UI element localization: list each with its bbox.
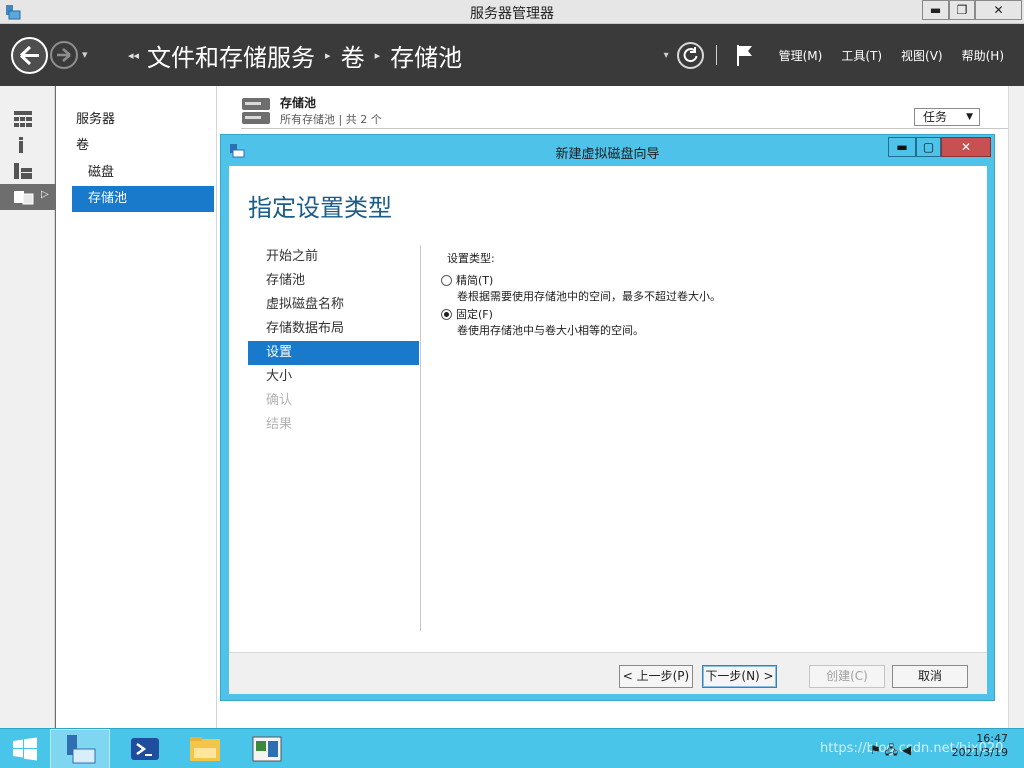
radio-fixed-indicator[interactable]: [441, 308, 452, 320]
server-manager-icon: [67, 735, 96, 764]
taskbar-powershell[interactable]: [115, 729, 175, 768]
taskbar-disk-manager[interactable]: [237, 729, 297, 768]
taskbar-file-explorer[interactable]: [175, 729, 235, 768]
clock-date: 2021/3/19: [951, 746, 1008, 759]
cancel-button[interactable]: 取消: [892, 665, 968, 688]
section-nav-list: 服务器 卷 磁盘 存储池: [56, 86, 217, 728]
breadcrumb: ◂◂ 文件和存储服务 ▸ 卷 ▸ 存储池: [128, 38, 462, 72]
clock-time: 16:47: [976, 732, 1008, 745]
dialog-maximize-button[interactable]: ▢: [916, 137, 941, 157]
toolbar-divider: [715, 45, 717, 65]
tasks-caret-icon: ▼: [966, 112, 973, 122]
restore-button[interactable]: ❐: [949, 0, 975, 20]
menu-help[interactable]: 帮助(H): [962, 47, 1004, 64]
step-provisioning[interactable]: 设置: [248, 341, 419, 365]
wizard-steps: 开始之前 存储池 虚拟磁盘名称 存储数据布局 设置 大小 确认 结果: [248, 245, 419, 437]
main-scrollbar[interactable]: [1008, 86, 1024, 728]
taskbar: https://blog.csdn.net/hjx020 ⚑ 🖧 ◀ 16:47…: [0, 728, 1024, 768]
menu-manage[interactable]: 管理(M): [779, 47, 823, 64]
radio-thin-description: 卷根据需要使用存储池中的空间，最多不超过卷大小。: [457, 290, 721, 303]
radio-fixed[interactable]: 固定(F): [441, 306, 961, 322]
step-storage-layout[interactable]: 存储数据布局: [248, 317, 419, 341]
step-confirmation: 确认: [266, 393, 293, 408]
steps-divider: [420, 245, 421, 631]
dialog-title: 新建虚拟磁盘向导: [555, 147, 660, 162]
window-titlebar: 服务器管理器 ▬ ❐ ✕: [0, 0, 1024, 24]
step-results: 结果: [266, 417, 293, 432]
nav-item-volumes[interactable]: 卷: [72, 133, 214, 159]
console-window-icon: [252, 736, 282, 762]
previous-button[interactable]: < 上一步(P): [619, 665, 693, 688]
wizard-page-heading: 指定设置类型: [248, 194, 392, 222]
nav-actions: ▾ 管理(M) 工具(T) 视图(V) 帮助(H): [664, 24, 1024, 86]
rail-file-storage[interactable]: ▷: [0, 184, 55, 210]
storage-pool-icon: [242, 98, 270, 124]
radio-thin[interactable]: 精简(T): [441, 272, 961, 288]
section-subtitle: 所有存储池 | 共 2 个: [280, 113, 382, 126]
dialog-body: 指定设置类型 开始之前 存储池 虚拟磁盘名称 存储数据布局 设置 大小 确认 结…: [229, 166, 987, 652]
radio-thin-label[interactable]: 精简(T): [456, 272, 493, 288]
rail-all-servers[interactable]: [0, 158, 55, 184]
refresh-icon: [683, 46, 698, 62]
local-server-icon: [19, 137, 23, 153]
step-size[interactable]: 大小: [248, 365, 419, 389]
system-tray: ⚑ 🖧 ◀: [870, 741, 911, 762]
notifications-flag-icon[interactable]: [735, 43, 755, 67]
powershell-icon: [131, 738, 159, 760]
step-before-you-begin[interactable]: 开始之前: [248, 245, 419, 269]
breadcrumb-item-volumes[interactable]: 卷: [341, 38, 365, 73]
network-icon[interactable]: 🖧: [885, 743, 898, 757]
minimize-button[interactable]: ▬: [922, 0, 949, 20]
forward-button[interactable]: [50, 41, 78, 69]
dashboard-icon: [14, 111, 32, 127]
breadcrumb-item-storage-pools[interactable]: 存储池: [390, 38, 462, 73]
breadcrumb-separator-icon: ▸: [374, 48, 381, 62]
breadcrumb-separator-icon: ▸: [325, 48, 331, 62]
rail-local-server[interactable]: [0, 132, 55, 158]
step-storage-pool[interactable]: 存储池: [248, 269, 419, 293]
taskbar-server-manager[interactable]: [50, 729, 110, 768]
refresh-button[interactable]: [676, 41, 704, 69]
nav-item-disks[interactable]: 磁盘: [72, 160, 214, 186]
dialog-footer: < 上一步(P) 下一步(N) > 创建(C) 取消: [229, 652, 987, 694]
dialog-close-button[interactable]: ✕: [941, 137, 991, 157]
history-dropdown-icon[interactable]: ▾: [82, 48, 88, 61]
provisioning-type-label: 设置类型:: [447, 252, 495, 265]
back-arrow-icon: [19, 45, 39, 66]
menu-view[interactable]: 视图(V): [901, 47, 943, 64]
step-virtual-disk-name[interactable]: 虚拟磁盘名称: [248, 293, 419, 317]
tasks-label: 任务: [923, 110, 948, 124]
action-center-flag-icon[interactable]: ⚑: [870, 743, 881, 757]
nav-item-servers[interactable]: 服务器: [72, 107, 214, 133]
file-storage-icon: [14, 191, 34, 205]
provisioning-settings: 设置类型: 精简(T) 卷根据需要使用存储池中的空间，最多不超过卷大小。 固定(…: [441, 250, 961, 340]
tasks-dropdown[interactable]: 任务 ▼: [914, 108, 980, 126]
window-title: 服务器管理器: [470, 6, 554, 22]
volume-icon[interactable]: ◀: [902, 743, 911, 757]
refresh-dropdown-icon[interactable]: ▾: [664, 50, 669, 61]
system-clock[interactable]: 16:47 2021/3/19: [948, 732, 1008, 760]
new-virtual-disk-wizard: 新建虚拟磁盘向导 ▬ ▢ ✕ 指定设置类型 开始之前 存储池 虚拟磁盘名称 存储…: [220, 134, 995, 701]
start-windows-icon[interactable]: [12, 737, 38, 761]
radio-fixed-description: 卷使用存储池中与卷大小相等的空间。: [457, 324, 644, 337]
radio-thin-indicator[interactable]: [441, 274, 452, 286]
breadcrumb-item-file-storage[interactable]: 文件和存储服务: [147, 38, 315, 73]
section-title: 存储池: [280, 96, 317, 110]
radio-fixed-label[interactable]: 固定(F): [456, 306, 493, 322]
expand-arrow-icon[interactable]: ▷: [41, 189, 49, 200]
menu-tools[interactable]: 工具(T): [841, 47, 882, 64]
left-rail: ▷: [0, 86, 55, 728]
dialog-minimize-button[interactable]: ▬: [888, 137, 916, 157]
navigation-bar: ▾ ◂◂ 文件和存储服务 ▸ 卷 ▸ 存储池 ▾ 管理(M) 工具(T) 视图(…: [0, 24, 1024, 86]
file-explorer-icon: [190, 737, 220, 761]
rail-dashboard[interactable]: [0, 106, 55, 132]
all-servers-icon: [14, 163, 32, 179]
next-button[interactable]: 下一步(N) >: [702, 665, 777, 688]
back-button[interactable]: [11, 37, 48, 74]
close-button[interactable]: ✕: [975, 0, 1022, 20]
breadcrumb-lead-icon[interactable]: ◂◂: [128, 49, 139, 62]
nav-item-storage-pools[interactable]: 存储池: [72, 186, 214, 212]
forward-arrow-icon: [57, 48, 71, 62]
create-button: 创建(C): [809, 665, 885, 688]
